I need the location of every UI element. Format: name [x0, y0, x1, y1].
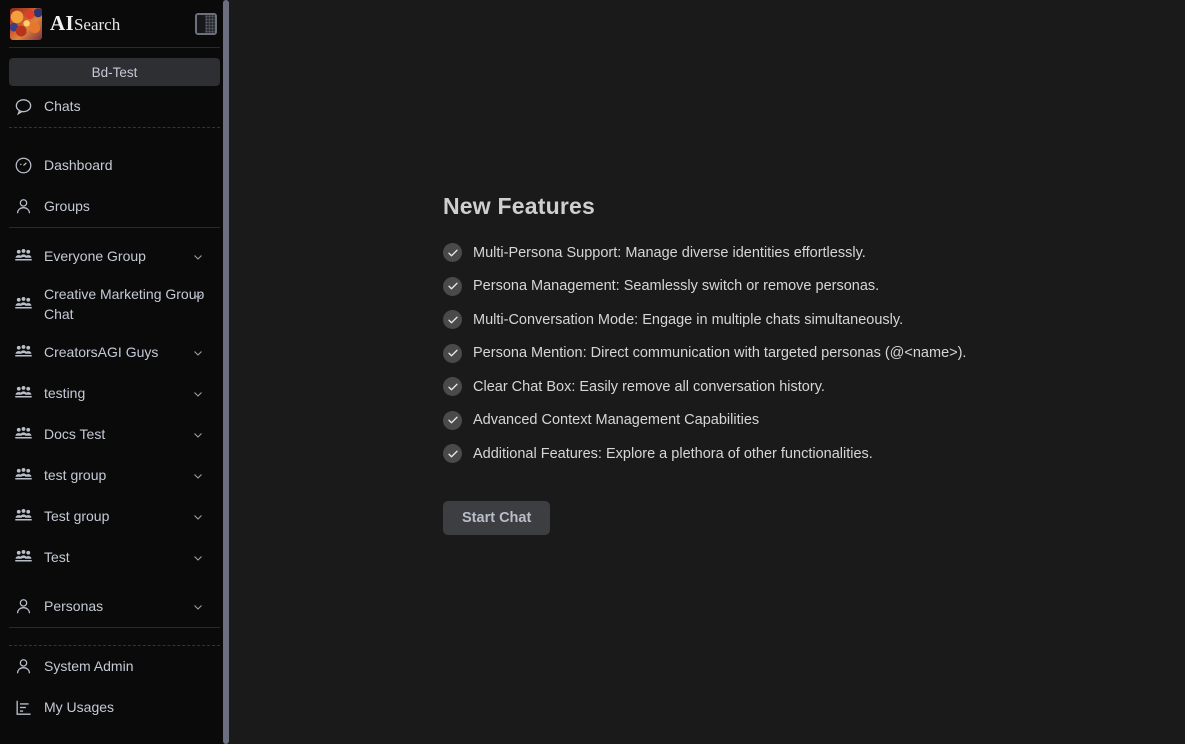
check-circle-icon: [443, 410, 462, 430]
sidebar-item-my-usages[interactable]: My Usages: [7, 687, 222, 728]
sidebar-item-label: Test group: [44, 507, 110, 524]
sidebar-group-testing[interactable]: testing: [7, 373, 222, 414]
people-group-icon: [15, 297, 32, 309]
check-circle-icon: [443, 343, 462, 363]
feature-label: Clear Chat Box: Easily remove all conver…: [473, 378, 825, 395]
chevron-down-icon[interactable]: [192, 552, 204, 564]
sidebar-group-creative-marketing-group-chat[interactable]: Creative Marketing Group Chat: [7, 277, 222, 332]
brand-search-text: Search: [73, 15, 121, 34]
feature-item: Advanced Context Management Capabilities: [443, 410, 966, 430]
check-circle-icon: [443, 444, 462, 463]
sidebar-item-label: System Admin: [44, 657, 134, 674]
feature-item: Multi-Conversation Mode: Engage in multi…: [443, 310, 966, 329]
people-group-icon: [15, 249, 32, 261]
chevron-down-icon[interactable]: [192, 388, 204, 400]
bar-chart-icon: [16, 700, 31, 715]
sidebar-group-everyone-group[interactable]: Everyone Group: [7, 236, 222, 277]
sidebar-group-test-group-upper[interactable]: Test group: [7, 496, 222, 537]
feature-item: Persona Management: Seamlessly switch or…: [443, 276, 966, 296]
feature-item: Multi-Persona Support: Manage diverse id…: [443, 243, 966, 262]
panel-toggle-right-pane: [205, 14, 215, 33]
sidebar-group-creatorsagi-guys[interactable]: CreatorsAGI Guys: [7, 332, 222, 373]
feature-label: Advanced Context Management Capabilities: [473, 412, 760, 428]
check-circle-icon: [443, 243, 462, 262]
sidebar-item-label: Dashboard: [44, 156, 113, 173]
sidebar-item-label: Groups: [44, 197, 90, 214]
panel-toggle-icon[interactable]: [195, 12, 217, 35]
sidebar-item-label: testing: [44, 384, 86, 401]
start-chat-button[interactable]: Start Chat: [443, 500, 551, 535]
sidebar-item-dashboard[interactable]: Dashboard: [7, 145, 222, 186]
sidebar-item-label: test group: [44, 466, 107, 483]
feature-item: Additional Features: Explore a plethora …: [443, 444, 966, 463]
header-divider: [9, 47, 220, 48]
sidebar-item-groups[interactable]: Groups: [7, 186, 222, 227]
people-group-icon: [15, 427, 32, 439]
check-circle-icon: [443, 310, 462, 329]
chevron-down-icon[interactable]: [192, 251, 204, 263]
person-icon: [16, 199, 31, 214]
chevron-down-icon[interactable]: [192, 601, 204, 613]
chevron-down-icon[interactable]: [192, 347, 204, 359]
chevron-down-icon[interactable]: [192, 511, 204, 523]
sidebar-item-label: Docs Test: [44, 425, 106, 442]
sidebar-item-chats[interactable]: Chats: [7, 86, 222, 127]
sidebar-group-docs-test[interactable]: Docs Test: [7, 414, 222, 455]
feature-label: Multi-Conversation Mode: Engage in multi…: [473, 311, 904, 328]
chat-bubble-icon: [15, 99, 32, 116]
workspace-button[interactable]: Bd-Test: [9, 58, 220, 86]
sidebar-item-label: Personas: [44, 597, 104, 614]
sidebar-item-label: Test: [44, 548, 70, 565]
sidebar-header: AI Search: [7, 0, 222, 47]
sidebar-item-label: My Usages: [44, 698, 115, 715]
people-group-icon: [15, 345, 32, 357]
sidebar-group-test-group-lower[interactable]: test group: [7, 455, 222, 496]
people-group-icon: [15, 550, 32, 562]
people-group-icon: [15, 468, 32, 480]
feature-label: Multi-Persona Support: Manage diverse id…: [473, 244, 866, 261]
sidebar: AI Search Bd-Test Chats Dashboard Groups…: [0, 0, 229, 744]
check-circle-icon: [443, 276, 462, 296]
chevron-down-icon[interactable]: [192, 290, 204, 302]
brand-ai-text: AI: [50, 11, 74, 35]
chevron-down-icon[interactable]: [192, 429, 204, 441]
sidebar-item-label: Chats: [44, 97, 81, 114]
app-root: AI Search Bd-Test Chats Dashboard Groups…: [0, 0, 1185, 744]
page-title: New Features: [443, 193, 595, 219]
person-icon: [16, 599, 31, 614]
sidebar-item-personas[interactable]: Personas: [7, 586, 222, 627]
check-circle-icon: [443, 377, 462, 396]
sidebar-item-label: CreatorsAGI Guys: [44, 343, 159, 360]
feature-item: Persona Mention: Direct communication wi…: [443, 343, 967, 363]
brand: AI Search: [50, 11, 120, 36]
gauge-icon: [15, 157, 32, 174]
sidebar-content: AI Search Bd-Test Chats Dashboard Groups…: [0, 0, 229, 728]
people-group-icon: [15, 509, 32, 521]
app-logo-image: [10, 7, 42, 40]
sidebar-item-label: Everyone Group: [44, 247, 146, 264]
feature-label: Persona Mention: Direct communication wi…: [473, 345, 967, 361]
person-icon: [16, 659, 31, 674]
feature-item: Clear Chat Box: Easily remove all conver…: [443, 377, 966, 396]
new-features-panel: New Features Multi-Persona Support: Mana…: [443, 193, 966, 535]
feature-label: Additional Features: Explore a plethora …: [473, 445, 873, 462]
chevron-down-icon[interactable]: [192, 470, 204, 482]
sidebar-group-test[interactable]: Test: [7, 537, 222, 578]
sidebar-item-label: Creative Marketing Group Chat: [44, 286, 205, 322]
feature-label: Persona Management: Seamlessly switch or…: [473, 278, 880, 294]
main-content: New Features Multi-Persona Support: Mana…: [229, 0, 1185, 744]
sidebar-item-system-admin[interactable]: System Admin: [7, 646, 222, 687]
panel-toggle-left-pane: [197, 14, 205, 33]
people-group-icon: [15, 386, 32, 398]
